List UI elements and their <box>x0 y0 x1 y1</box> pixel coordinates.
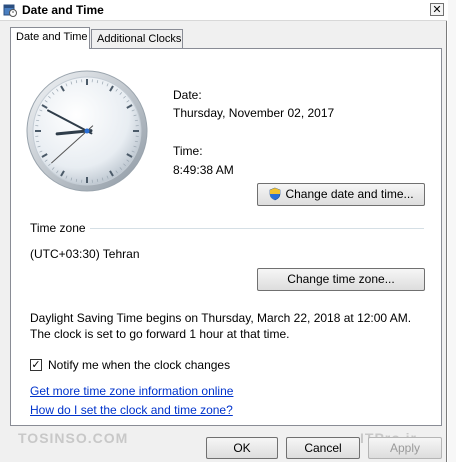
tab-date-and-time[interactable]: Date and Time <box>10 27 90 49</box>
change-date-time-label: Change date and time... <box>285 187 414 201</box>
time-label: Time: <box>173 144 203 158</box>
clock-calendar-icon <box>3 4 17 17</box>
ok-button[interactable]: OK <box>206 437 278 459</box>
window-title: Date and Time <box>22 3 104 17</box>
watermark-left: TOSINSO.COM <box>18 430 129 446</box>
time-value: 8:49:38 AM <box>173 163 234 177</box>
title-bar: Date and Time ✕ <box>0 0 447 21</box>
more-time-zone-info-link[interactable]: Get more time zone information online <box>30 384 233 398</box>
checkmark-icon: ✓ <box>31 359 41 371</box>
notify-label[interactable]: Notify me when the clock changes <box>48 358 230 372</box>
tab-additional-clocks[interactable]: Additional Clocks <box>91 29 183 48</box>
date-label: Date: <box>173 88 202 102</box>
date-time-dialog: Date and Time ✕ Date and Time Additional… <box>0 0 447 462</box>
cancel-button[interactable]: Cancel <box>286 437 360 459</box>
change-time-zone-button[interactable]: Change time zone... <box>257 268 425 291</box>
analog-clock <box>26 70 148 192</box>
close-button[interactable]: ✕ <box>430 3 444 16</box>
how-to-set-clock-link[interactable]: How do I set the clock and time zone? <box>30 403 233 417</box>
time-zone-heading: Time zone <box>30 221 86 235</box>
apply-button[interactable]: Apply <box>368 437 442 459</box>
clock-center <box>84 128 90 134</box>
change-date-time-button[interactable]: Change date and time... <box>257 183 425 206</box>
window-edge <box>448 0 456 462</box>
uac-shield-icon <box>270 187 281 201</box>
notify-checkbox[interactable]: ✓ <box>30 359 42 371</box>
close-icon: ✕ <box>432 4 442 16</box>
time-zone-divider <box>90 228 424 229</box>
dst-note: Daylight Saving Time begins on Thursday,… <box>30 311 412 341</box>
time-zone-value: (UTC+03:30) Tehran <box>30 247 140 261</box>
date-value: Thursday, November 02, 2017 <box>173 106 335 120</box>
